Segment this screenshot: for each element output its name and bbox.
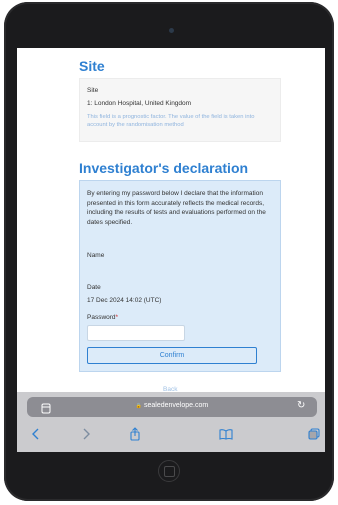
declaration-panel: By entering my password below I declare … (79, 180, 281, 372)
password-input[interactable] (87, 325, 185, 341)
confirm-button[interactable]: Confirm (87, 347, 257, 364)
declaration-text: By entering my password below I declare … (87, 190, 266, 226)
site-heading: Site (79, 58, 105, 74)
required-marker: * (115, 314, 119, 321)
url-text: sealedenvelope.com (143, 402, 209, 409)
site-help-text: This field is a prognostic factor. The v… (87, 114, 255, 128)
password-label-text: Password (87, 314, 116, 321)
lock-icon: 🔒 (135, 403, 143, 409)
site-label: Site (87, 87, 99, 94)
home-button[interactable] (158, 460, 180, 482)
share-icon[interactable] (126, 425, 144, 443)
forward-arrow-icon[interactable] (77, 425, 95, 443)
site-panel: Site 1: London Hospital, United Kingdom … (79, 78, 281, 142)
password-label: Password* (87, 314, 118, 321)
date-label: Date (87, 284, 101, 291)
bookmarks-icon[interactable] (217, 425, 235, 443)
name-label: Name (87, 252, 105, 259)
site-value: 1: London Hospital, United Kingdom (87, 100, 192, 107)
camera-dot (169, 28, 174, 33)
back-arrow-icon[interactable] (27, 425, 45, 443)
nav-toolbar (17, 422, 325, 448)
investigator-heading: Investigator's declaration (79, 160, 249, 176)
tablet-frame: Site Site 1: London Hospital, United Kin… (4, 2, 334, 501)
address-bar[interactable]: 🔒 sealedenvelope.com ↻ (27, 397, 317, 417)
safari-toolbar: 🔒 sealedenvelope.com ↻ (17, 392, 325, 452)
date-value: 17 Dec 2024 14:02 (UTC) (87, 297, 162, 304)
browser-screen: Site Site 1: London Hospital, United Kin… (17, 48, 325, 452)
reload-icon[interactable]: ↻ (297, 400, 307, 412)
url-display[interactable]: 🔒 sealedenvelope.com (27, 402, 317, 409)
tab-overview-icon[interactable] (305, 425, 323, 443)
